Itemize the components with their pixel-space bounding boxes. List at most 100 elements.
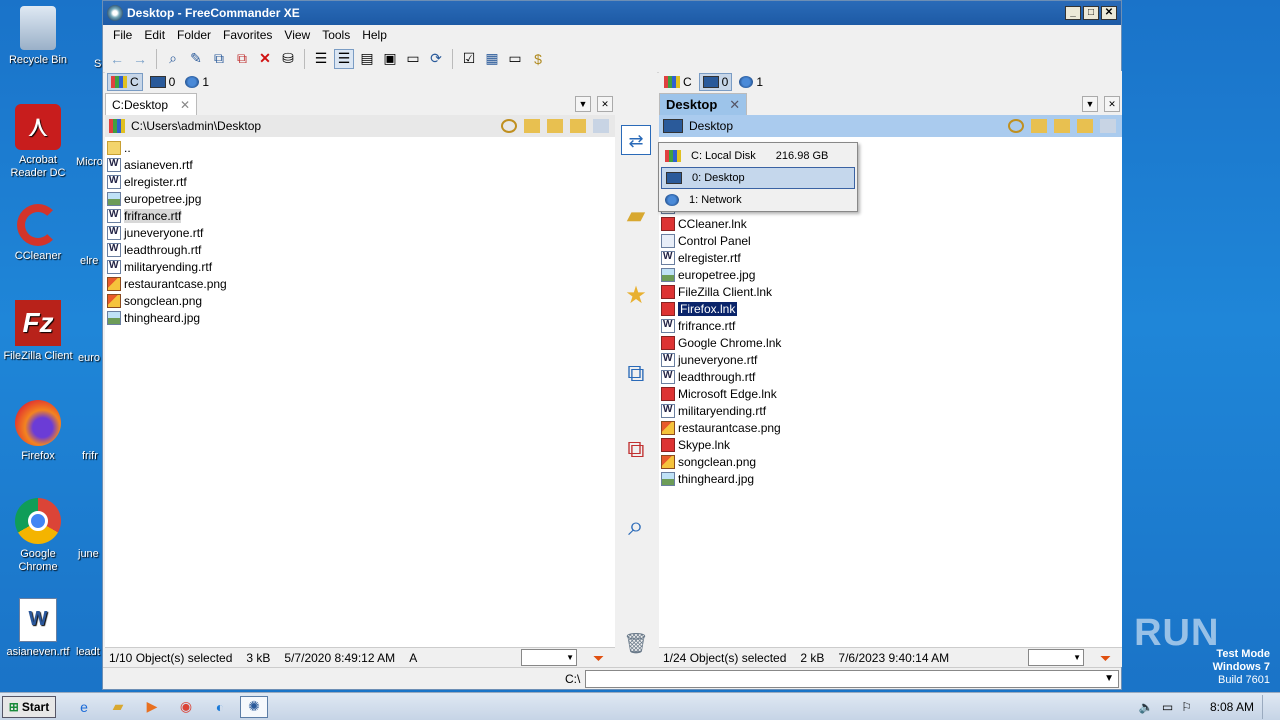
file-row[interactable]: europetree.jpg <box>105 190 615 207</box>
recycle-bin-icon[interactable]: 🗑 <box>621 629 651 659</box>
file-row[interactable]: elregister.rtf <box>659 249 1122 266</box>
network-tray-icon[interactable]: ▭ <box>1162 700 1173 714</box>
forward-arrow-icon[interactable]: → <box>130 49 150 69</box>
start-button[interactable]: ⊞ Start <box>2 695 56 718</box>
file-row[interactable]: restaurantcase.png <box>659 419 1122 436</box>
desktop-icon-acrobat[interactable]: ⋏ Acrobat Reader DC <box>0 104 76 180</box>
drive-network-button[interactable]: 1 <box>182 73 212 91</box>
tab-desktop[interactable]: Desktop ✕ <box>659 93 748 115</box>
dropdown-item-desktop[interactable]: 0: Desktop <box>661 167 855 189</box>
desktop-icon-filezilla[interactable]: Fz FileZilla Client <box>0 300 76 363</box>
view-tree-icon[interactable]: ☰ <box>311 49 331 69</box>
dropdown-item-network[interactable]: 1: Network <box>661 189 855 211</box>
layout-icon[interactable]: ▦ <box>482 49 502 69</box>
move-to-other-panel-icon[interactable]: ⧉ <box>621 435 651 465</box>
history-icon[interactable] <box>1008 119 1024 133</box>
left-filter-combo[interactable]: ▼ <box>521 649 577 666</box>
menu-tools[interactable]: Tools <box>316 28 356 42</box>
view-options-icon[interactable]: ▭ <box>403 49 423 69</box>
file-row[interactable]: CCleaner.lnk <box>659 215 1122 232</box>
view-details-icon[interactable]: ☰ <box>334 48 354 69</box>
menu-edit[interactable]: Edit <box>138 28 171 42</box>
chrome-icon[interactable]: ◉ <box>172 696 200 718</box>
menu-help[interactable]: Help <box>356 28 393 42</box>
left-path-bar[interactable]: C:\Users\admin\Desktop <box>105 115 615 137</box>
favorites-folder-icon[interactable] <box>1031 119 1047 133</box>
volume-icon[interactable]: 🔈 <box>1139 700 1154 714</box>
close-tab-icon[interactable]: ✕ <box>180 98 190 112</box>
file-row[interactable]: frifrance.rtf <box>659 317 1122 334</box>
file-row[interactable]: Firefox.lnk <box>659 300 1122 317</box>
internet-explorer-icon[interactable]: e <box>70 696 98 718</box>
menu-view[interactable]: View <box>278 28 316 42</box>
favorites-folder-icon[interactable] <box>524 119 540 133</box>
maximize-button[interactable]: □ <box>1083 6 1099 20</box>
tab-c-desktop[interactable]: C:Desktop ✕ <box>105 93 198 115</box>
minimize-button[interactable]: _ <box>1065 6 1081 20</box>
chevron-down-icon[interactable]: ▼ <box>1082 96 1098 112</box>
view-list-icon[interactable]: ▤ <box>357 49 377 69</box>
desktop-icon-recycle-bin[interactable]: Recycle Bin <box>0 6 76 67</box>
file-explorer-icon[interactable]: ▰ <box>104 696 132 718</box>
folder-options-icon[interactable] <box>1100 119 1116 133</box>
file-row[interactable]: restaurantcase.png <box>105 275 615 292</box>
copy-icon[interactable]: ⧉ <box>209 49 229 69</box>
edge-icon[interactable]: ◐ <box>206 696 234 718</box>
file-row[interactable]: frifrance.rtf <box>105 207 615 224</box>
move-icon[interactable]: ⧉ <box>232 49 252 69</box>
command-line-input[interactable]: ▼ <box>585 669 1119 688</box>
flag-icon[interactable]: ⚐ <box>1181 700 1192 714</box>
file-row[interactable]: thingheard.jpg <box>105 309 615 326</box>
file-row[interactable]: leadthrough.rtf <box>105 241 615 258</box>
window-icon[interactable]: ▭ <box>505 49 525 69</box>
file-row[interactable]: juneveryone.rtf <box>105 224 615 241</box>
filter-icon[interactable]: ⏷ <box>593 650 609 666</box>
refresh-icon[interactable]: ⟳ <box>426 49 446 69</box>
close-icon[interactable]: ✕ <box>1104 96 1120 112</box>
file-row[interactable]: europetree.jpg <box>659 266 1122 283</box>
file-row[interactable]: thingheard.jpg <box>659 470 1122 487</box>
close-button[interactable]: ✕ <box>1101 6 1117 20</box>
chevron-down-icon[interactable]: ▼ <box>575 96 591 112</box>
favorites-star-icon[interactable]: ★ <box>621 281 651 311</box>
file-row[interactable]: .. <box>105 139 615 156</box>
back-arrow-icon[interactable]: ← <box>107 49 127 69</box>
folder-options-icon[interactable] <box>593 119 609 133</box>
script-icon[interactable]: $ <box>528 49 548 69</box>
desktop-icon-firefox[interactable]: Firefox <box>0 400 76 463</box>
swap-panels-icon[interactable]: ⇄ <box>621 125 651 155</box>
search-icon[interactable]: ⌕ <box>163 49 183 69</box>
file-row[interactable]: Skype.lnk <box>659 436 1122 453</box>
checklist-icon[interactable]: ☑ <box>459 49 479 69</box>
media-player-icon[interactable]: ▶ <box>138 696 166 718</box>
title-bar[interactable]: Desktop - FreeCommander XE _ □ ✕ <box>103 1 1121 25</box>
drive-network-button[interactable]: 1 <box>736 73 766 91</box>
file-row[interactable]: songclean.png <box>105 292 615 309</box>
dropdown-item-local-disk[interactable]: C: Local Disk 216.98 GB <box>661 145 855 167</box>
edit-pencil-icon[interactable]: ✎ <box>186 49 206 69</box>
menu-favorites[interactable]: Favorites <box>217 28 278 42</box>
clock[interactable]: 8:08 AM <box>1210 700 1254 714</box>
file-row[interactable]: elregister.rtf <box>105 173 615 190</box>
file-row[interactable]: militaryending.rtf <box>105 258 615 275</box>
file-row[interactable]: Microsoft Edge.lnk <box>659 385 1122 402</box>
delete-icon[interactable]: ✕ <box>255 49 275 69</box>
drive-desktop-button[interactable]: 0 <box>147 73 179 91</box>
file-row[interactable]: asianeven.rtf <box>105 156 615 173</box>
parent-folder-icon[interactable] <box>547 119 563 133</box>
desktop-icon-chrome[interactable]: Google Chrome <box>0 498 76 574</box>
copy-to-other-panel-icon[interactable]: ⧉ <box>621 359 651 389</box>
history-icon[interactable] <box>501 119 517 133</box>
menu-folder[interactable]: Folder <box>171 28 217 42</box>
menu-file[interactable]: File <box>107 28 138 42</box>
file-row[interactable]: Google Chrome.lnk <box>659 334 1122 351</box>
desktop-icon-asianeven[interactable]: W asianeven.rtf <box>0 598 76 659</box>
show-desktop-button[interactable] <box>1262 694 1272 719</box>
file-row[interactable]: songclean.png <box>659 453 1122 470</box>
file-row[interactable]: Control Panel <box>659 232 1122 249</box>
file-row[interactable]: militaryending.rtf <box>659 402 1122 419</box>
close-tab-icon[interactable]: ✕ <box>729 97 740 113</box>
drive-c-button[interactable]: C <box>107 73 143 91</box>
search-icon[interactable]: ⌕ <box>621 511 651 541</box>
root-folder-icon[interactable] <box>570 119 586 133</box>
